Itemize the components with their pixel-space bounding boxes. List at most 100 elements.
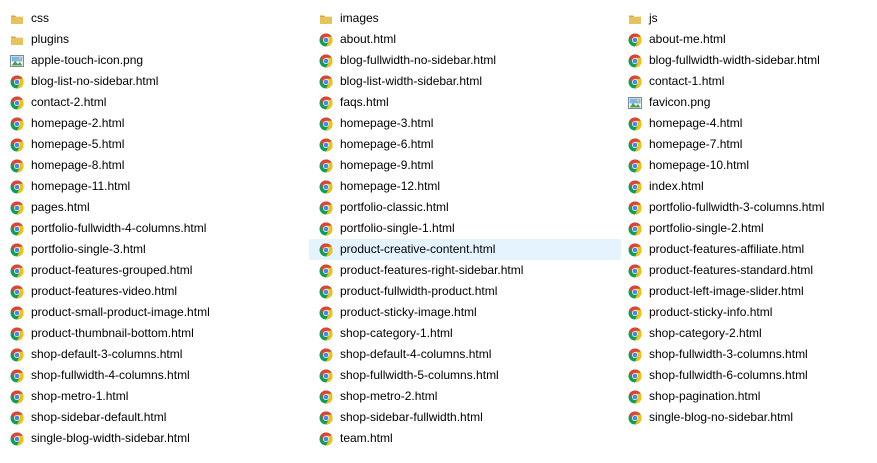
file-item[interactable]: apple-touch-icon.png xyxy=(0,50,305,71)
file-item[interactable]: homepage-2.html xyxy=(0,113,305,134)
chrome-icon xyxy=(319,33,333,47)
chrome-icon xyxy=(628,54,642,68)
file-item[interactable]: product-features-affiliate.html xyxy=(618,239,877,260)
file-item[interactable]: portfolio-single-3.html xyxy=(0,239,305,260)
file-item[interactable]: shop-sidebar-fullwidth.html xyxy=(309,407,621,428)
file-item[interactable]: product-creative-content.html xyxy=(309,239,621,260)
file-name: product-thumbnail-bottom.html xyxy=(31,326,194,340)
file-item[interactable]: product-features-standard.html xyxy=(618,260,877,281)
file-item[interactable]: blog-fullwidth-no-sidebar.html xyxy=(309,50,621,71)
chrome-icon xyxy=(319,390,333,404)
file-name: shop-category-1.html xyxy=(340,326,453,340)
file-item[interactable]: contact-2.html xyxy=(0,92,305,113)
file-item[interactable]: shop-fullwidth-3-columns.html xyxy=(618,344,877,365)
file-item[interactable]: product-features-grouped.html xyxy=(0,260,305,281)
file-item[interactable]: contact-1.html xyxy=(618,71,877,92)
file-item[interactable]: shop-default-4-columns.html xyxy=(309,344,621,365)
file-item[interactable]: product-sticky-info.html xyxy=(618,302,877,323)
chrome-icon xyxy=(319,201,333,215)
file-item[interactable]: homepage-12.html xyxy=(309,176,621,197)
file-name: blog-list-width-sidebar.html xyxy=(340,74,483,88)
image-file-icon xyxy=(10,54,24,68)
file-name: homepage-10.html xyxy=(649,158,750,172)
file-item[interactable]: product-features-right-sidebar.html xyxy=(309,260,621,281)
file-item[interactable]: blog-fullwidth-width-sidebar.html xyxy=(618,50,877,71)
file-item[interactable]: images xyxy=(309,8,621,29)
file-item[interactable]: shop-fullwidth-5-columns.html xyxy=(309,365,621,386)
file-item[interactable]: shop-metro-1.html xyxy=(0,386,305,407)
file-name: images xyxy=(340,11,379,25)
file-item[interactable]: homepage-10.html xyxy=(618,155,877,176)
file-item[interactable]: homepage-6.html xyxy=(309,134,621,155)
file-name: homepage-5.html xyxy=(31,137,125,151)
file-item[interactable]: product-small-product-image.html xyxy=(0,302,305,323)
file-item[interactable]: favicon.png xyxy=(618,92,877,113)
file-item[interactable]: shop-sidebar-default.html xyxy=(0,407,305,428)
chrome-icon xyxy=(319,222,333,236)
chrome-icon xyxy=(319,348,333,362)
chrome-icon xyxy=(628,327,642,341)
file-name: product-fullwidth-product.html xyxy=(340,284,498,298)
file-item[interactable]: shop-fullwidth-6-columns.html xyxy=(618,365,877,386)
file-name: single-blog-width-sidebar.html xyxy=(31,431,190,445)
file-item[interactable]: single-blog-no-sidebar.html xyxy=(618,407,877,428)
file-item[interactable]: shop-default-3-columns.html xyxy=(0,344,305,365)
folder-icon xyxy=(628,12,642,26)
chrome-icon xyxy=(319,285,333,299)
file-item[interactable]: about.html xyxy=(309,29,621,50)
file-item[interactable]: shop-category-2.html xyxy=(618,323,877,344)
chrome-icon xyxy=(10,201,24,215)
file-item[interactable]: pages.html xyxy=(0,197,305,218)
file-item[interactable]: homepage-5.html xyxy=(0,134,305,155)
chrome-icon xyxy=(628,348,642,362)
file-name: homepage-9.html xyxy=(340,158,434,172)
file-column-2: images about.html blog-fullwidth-no-sideba… xyxy=(309,8,621,449)
file-name: portfolio-single-1.html xyxy=(340,221,455,235)
file-name: homepage-6.html xyxy=(340,137,434,151)
chrome-icon xyxy=(10,222,24,236)
file-item[interactable]: product-fullwidth-product.html xyxy=(309,281,621,302)
file-item[interactable]: team.html xyxy=(309,428,621,449)
file-item[interactable]: plugins xyxy=(0,29,305,50)
file-item[interactable]: blog-list-width-sidebar.html xyxy=(309,71,621,92)
file-name: apple-touch-icon.png xyxy=(31,53,144,67)
file-item[interactable]: homepage-4.html xyxy=(618,113,877,134)
chrome-icon xyxy=(10,411,24,425)
file-item[interactable]: faqs.html xyxy=(309,92,621,113)
file-item[interactable]: product-left-image-slider.html xyxy=(618,281,877,302)
file-item[interactable]: css xyxy=(0,8,305,29)
file-item[interactable]: portfolio-fullwidth-3-columns.html xyxy=(618,197,877,218)
file-item[interactable]: homepage-9.html xyxy=(309,155,621,176)
file-item[interactable]: product-features-video.html xyxy=(0,281,305,302)
file-item[interactable]: single-blog-width-sidebar.html xyxy=(0,428,305,449)
file-item[interactable]: shop-pagination.html xyxy=(618,386,877,407)
file-item[interactable]: about-me.html xyxy=(618,29,877,50)
file-item[interactable]: portfolio-fullwidth-4-columns.html xyxy=(0,218,305,239)
file-item[interactable]: shop-metro-2.html xyxy=(309,386,621,407)
chrome-icon xyxy=(10,180,24,194)
file-name: shop-metro-2.html xyxy=(340,389,438,403)
file-item[interactable]: portfolio-single-1.html xyxy=(309,218,621,239)
file-item[interactable]: blog-list-no-sidebar.html xyxy=(0,71,305,92)
file-item[interactable]: portfolio-classic.html xyxy=(309,197,621,218)
file-name: product-sticky-info.html xyxy=(649,305,773,319)
file-name: shop-pagination.html xyxy=(649,389,761,403)
file-item[interactable]: homepage-11.html xyxy=(0,176,305,197)
file-name: homepage-2.html xyxy=(31,116,125,130)
file-name: shop-metro-1.html xyxy=(31,389,129,403)
file-item[interactable]: portfolio-single-2.html xyxy=(618,218,877,239)
chrome-icon xyxy=(628,222,642,236)
chrome-icon xyxy=(319,75,333,89)
chrome-icon xyxy=(10,285,24,299)
file-item[interactable]: product-thumbnail-bottom.html xyxy=(0,323,305,344)
file-item[interactable]: shop-fullwidth-4-columns.html xyxy=(0,365,305,386)
file-item[interactable]: shop-category-1.html xyxy=(309,323,621,344)
file-item[interactable]: homepage-8.html xyxy=(0,155,305,176)
file-item[interactable]: homepage-3.html xyxy=(309,113,621,134)
file-item[interactable]: js xyxy=(618,8,877,29)
file-name: homepage-3.html xyxy=(340,116,434,130)
chrome-icon xyxy=(319,369,333,383)
file-item[interactable]: homepage-7.html xyxy=(618,134,877,155)
file-item[interactable]: index.html xyxy=(618,176,877,197)
file-item[interactable]: product-sticky-image.html xyxy=(309,302,621,323)
